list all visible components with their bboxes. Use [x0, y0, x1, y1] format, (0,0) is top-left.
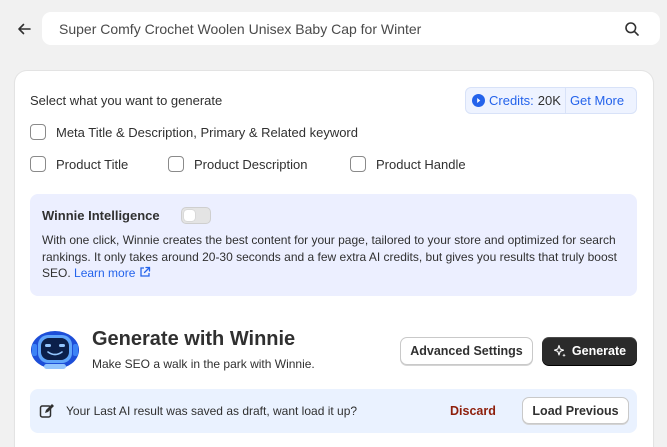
winnie-robot-icon	[31, 331, 79, 369]
intelligence-description: With one click, Winnie creates the best …	[42, 232, 632, 282]
checkbox-box[interactable]	[350, 156, 366, 172]
intelligence-title: Winnie Intelligence	[42, 208, 160, 223]
intelligence-toggle[interactable]	[181, 207, 211, 224]
option-label: Product Description	[194, 156, 308, 172]
option-product-description-checkbox[interactable]: Product Description	[168, 156, 307, 172]
draft-message: Your Last AI result was saved as draft, …	[66, 404, 358, 418]
credits-badge: Credits: 20K Get More	[465, 87, 637, 114]
play-circle-icon	[472, 94, 485, 107]
option-meta-checkbox[interactable]: Meta Title & Description, Primary & Rela…	[30, 124, 358, 140]
generate-button[interactable]: Generate	[542, 337, 637, 365]
checkbox-box[interactable]	[168, 156, 184, 172]
option-product-title-checkbox[interactable]: Product Title	[30, 156, 128, 172]
advanced-settings-button[interactable]: Advanced Settings	[400, 337, 533, 365]
arrow-left-icon	[18, 23, 31, 35]
checkbox-box[interactable]	[30, 124, 46, 140]
option-label: Meta Title & Description, Primary & Rela…	[56, 124, 358, 140]
credits-value: 20K	[537, 93, 561, 108]
discard-button[interactable]: Discard	[450, 404, 496, 418]
edit-note-icon	[39, 404, 54, 418]
option-label: Product Title	[56, 156, 129, 172]
search-input[interactable]	[59, 19, 619, 39]
get-more-link[interactable]: Get More	[570, 93, 624, 108]
top-bar	[0, 0, 667, 58]
sparkle-icon	[553, 344, 566, 358]
select-label: Select what you want to generate	[30, 93, 223, 108]
option-product-handle-checkbox[interactable]: Product Handle	[350, 156, 466, 172]
search-bar	[42, 12, 660, 45]
option-label: Product Handle	[376, 156, 466, 172]
generate-title: Generate with Winnie	[92, 328, 296, 350]
external-link-icon	[140, 266, 150, 277]
load-previous-button[interactable]: Load Previous	[522, 397, 629, 424]
generate-panel: Select what you want to generate Credits…	[15, 71, 653, 447]
learn-more-link[interactable]: Learn more	[74, 266, 151, 280]
toggle-knob	[184, 210, 195, 221]
generate-subtitle: Make SEO a walk in the park with Winnie.	[92, 357, 315, 371]
back-button[interactable]	[14, 19, 34, 39]
checkbox-box[interactable]	[30, 156, 46, 172]
draft-banner: Your Last AI result was saved as draft, …	[30, 389, 637, 433]
credits-divider	[564, 88, 566, 113]
search-icon[interactable]	[624, 21, 640, 37]
credits-label: Credits:	[489, 93, 534, 108]
generate-label: Generate	[571, 344, 627, 358]
learn-more-label: Learn more	[74, 266, 136, 280]
winnie-intelligence-box: Winnie Intelligence With one click, Winn…	[30, 194, 637, 296]
